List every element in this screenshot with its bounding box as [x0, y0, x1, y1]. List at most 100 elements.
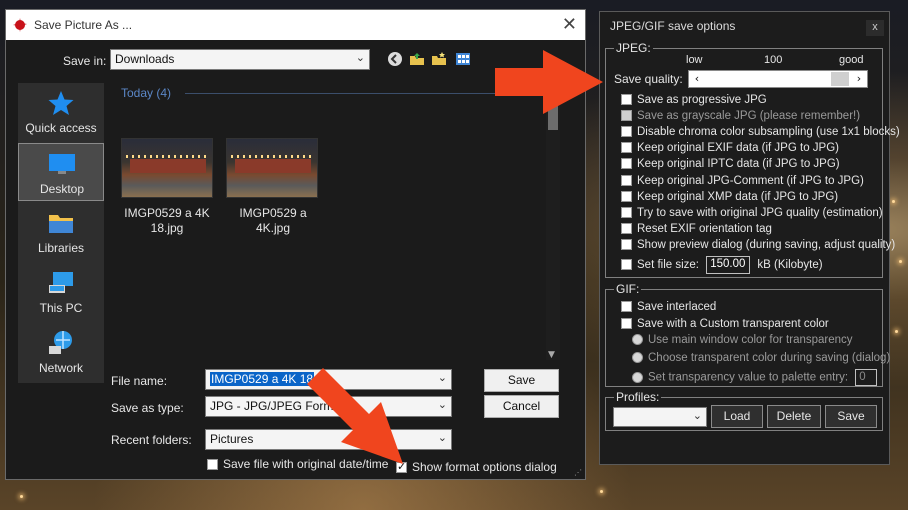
option-keep-exif[interactable]: Keep original EXIF data (if JPG to JPG) [621, 142, 839, 154]
libraries-icon [49, 215, 73, 233]
option-keep-xmp[interactable]: Keep original XMP data (if JPG to JPG) [621, 191, 838, 203]
checkbox-box[interactable] [621, 259, 632, 271]
file-name-label[interactable]: IMGP0529 a 4K 18.jpg [115, 206, 219, 236]
gif-group: GIF: Save interlaced Save with a Custom … [605, 282, 890, 387]
thumbnail-lights [126, 155, 210, 158]
quality-mid-label: 100 [764, 54, 783, 66]
chevron-left-icon[interactable]: ‹ [689, 71, 705, 87]
option-label: Save as grayscale JPG (please remember!) [637, 110, 861, 122]
jpeg-gif-options-panel: JPEG/GIF save options x JPEG: low 100 go… [599, 11, 900, 465]
checkbox-box[interactable] [621, 94, 632, 105]
profiles-dropdown[interactable]: ⌄ [613, 407, 707, 427]
place-label: Network [38, 361, 83, 375]
chevron-right-icon[interactable]: › [851, 71, 867, 87]
close-icon[interactable]: x [866, 20, 884, 36]
radio-choose-color: Choose transparent color during saving (… [632, 352, 890, 364]
option-keep-iptc[interactable]: Keep original IPTC data (if JPG to JPG) [621, 158, 840, 170]
option-set-file-size[interactable]: Set file size: 150.00 kB (Kilobyte) [621, 256, 823, 274]
back-icon[interactable] [386, 50, 404, 68]
option-original-quality[interactable]: Try to save with original JPG quality (e… [621, 207, 883, 219]
file-list-scrollbar[interactable]: ▼ [546, 90, 560, 360]
radio-main-window-color: Use main window color for transparency [632, 334, 853, 346]
file-thumbnail[interactable] [226, 138, 318, 198]
slider-thumb[interactable] [831, 72, 849, 86]
gif-group-label: GIF: [614, 282, 642, 296]
load-profile-button[interactable]: Load [711, 405, 763, 428]
up-folder-icon[interactable] [408, 50, 426, 68]
checkbox-box[interactable] [621, 191, 632, 202]
save-in-label: Save in: [63, 54, 107, 68]
option-chroma-subsampling[interactable]: Disable chroma color subsampling (use 1x… [621, 126, 900, 138]
quality-low-label: low [686, 54, 703, 66]
checkbox-box[interactable] [621, 239, 632, 250]
cancel-button[interactable]: Cancel [484, 395, 559, 418]
close-icon[interactable]: ✕ [562, 14, 577, 35]
checkbox-box[interactable] [621, 318, 632, 329]
option-label: Try to save with original JPG quality (e… [637, 207, 883, 219]
option-label: Set transparency value to palette entry: [648, 371, 849, 384]
place-quick-access[interactable]: Quick access [18, 83, 104, 141]
file-name-value: IMGP0529 a 4K 18 [210, 372, 315, 386]
background-light [892, 200, 895, 203]
new-folder-icon[interactable] [430, 50, 448, 68]
chevron-down-icon: ⌄ [437, 371, 447, 384]
place-libraries[interactable]: Libraries [18, 203, 104, 261]
chevron-down-icon: ⌄ [355, 51, 365, 64]
checkbox-box[interactable] [621, 301, 632, 312]
computer-icon [49, 272, 73, 293]
place-this-pc[interactable]: This PC [18, 263, 104, 321]
palette-entry-input: 0 [855, 369, 878, 386]
file-list-area[interactable]: Today (4) IMGP0529 a 4K 18.jpg IMGP0529 … [109, 83, 561, 360]
save-in-dropdown[interactable]: Downloads ⌄ [110, 49, 370, 70]
file-name-label[interactable]: IMGP0529 a 4K.jpg [221, 206, 325, 236]
option-interlaced[interactable]: Save interlaced [621, 301, 716, 313]
save-button[interactable]: Save [484, 369, 559, 392]
profiles-group-label: Profiles: [614, 390, 662, 404]
option-progressive[interactable]: Save as progressive JPG [621, 94, 767, 106]
option-label: Save with a Custom transparent color [637, 318, 829, 330]
checkbox-box[interactable] [621, 142, 632, 153]
radio-button [632, 334, 643, 345]
checkbox-box[interactable] [621, 126, 632, 137]
option-label: Save interlaced [637, 301, 717, 313]
background-light [895, 330, 898, 333]
save-profile-button[interactable]: Save [825, 405, 877, 428]
checkbox-box[interactable] [207, 459, 218, 470]
profiles-group: Profiles: ⌄ Load Delete Save [605, 390, 883, 431]
place-desktop[interactable]: Desktop [18, 143, 104, 201]
place-network[interactable]: Network [18, 323, 104, 381]
option-keep-comment[interactable]: Keep original JPG-Comment (if JPG to JPG… [621, 175, 864, 187]
option-label: Keep original EXIF data (if JPG to JPG) [637, 142, 839, 154]
background-light [20, 495, 23, 498]
option-label: Choose transparent color during saving (… [648, 352, 891, 364]
delete-profile-button[interactable]: Delete [767, 405, 821, 428]
quality-high-label: good [839, 54, 864, 66]
file-size-input[interactable]: 150.00 [706, 256, 751, 274]
file-thumbnail[interactable] [121, 138, 213, 198]
checkbox-box[interactable] [621, 223, 632, 234]
checkbox-box[interactable] [621, 175, 632, 186]
recent-folders-value: Pictures [210, 432, 254, 446]
place-label: This PC [39, 301, 83, 315]
checkbox-box[interactable] [621, 158, 632, 169]
chevron-down-icon: ⌄ [437, 431, 447, 444]
option-custom-transparent[interactable]: Save with a Custom transparent color [621, 318, 829, 330]
save-quality-slider[interactable]: ‹ › [688, 70, 868, 88]
option-label: Use main window color for transparency [648, 334, 853, 346]
checkbox-box[interactable] [621, 207, 632, 218]
radio-button [632, 352, 643, 363]
annotation-arrow-quality [495, 50, 603, 114]
option-reset-orientation[interactable]: Reset EXIF orientation tag [621, 223, 772, 235]
resize-grip-icon[interactable]: ⋰ [574, 468, 582, 477]
checkbox-label: Show format options dialog [412, 460, 557, 474]
options-title: JPEG/GIF save options [610, 19, 736, 33]
scroll-down-icon[interactable]: ▼ [548, 350, 555, 360]
title-bar[interactable]: Save Picture As ... ✕ [6, 10, 585, 40]
view-menu-icon[interactable] [454, 50, 472, 68]
place-label: Quick access [25, 121, 97, 135]
show-format-options-checkbox[interactable]: Show format options dialog [396, 460, 557, 474]
option-label: Keep original XMP data (if JPG to JPG) [637, 191, 839, 203]
option-show-preview[interactable]: Show preview dialog (during saving, adju… [621, 239, 895, 251]
option-label: Show preview dialog (during saving, adju… [637, 239, 896, 251]
background-light [899, 260, 902, 263]
